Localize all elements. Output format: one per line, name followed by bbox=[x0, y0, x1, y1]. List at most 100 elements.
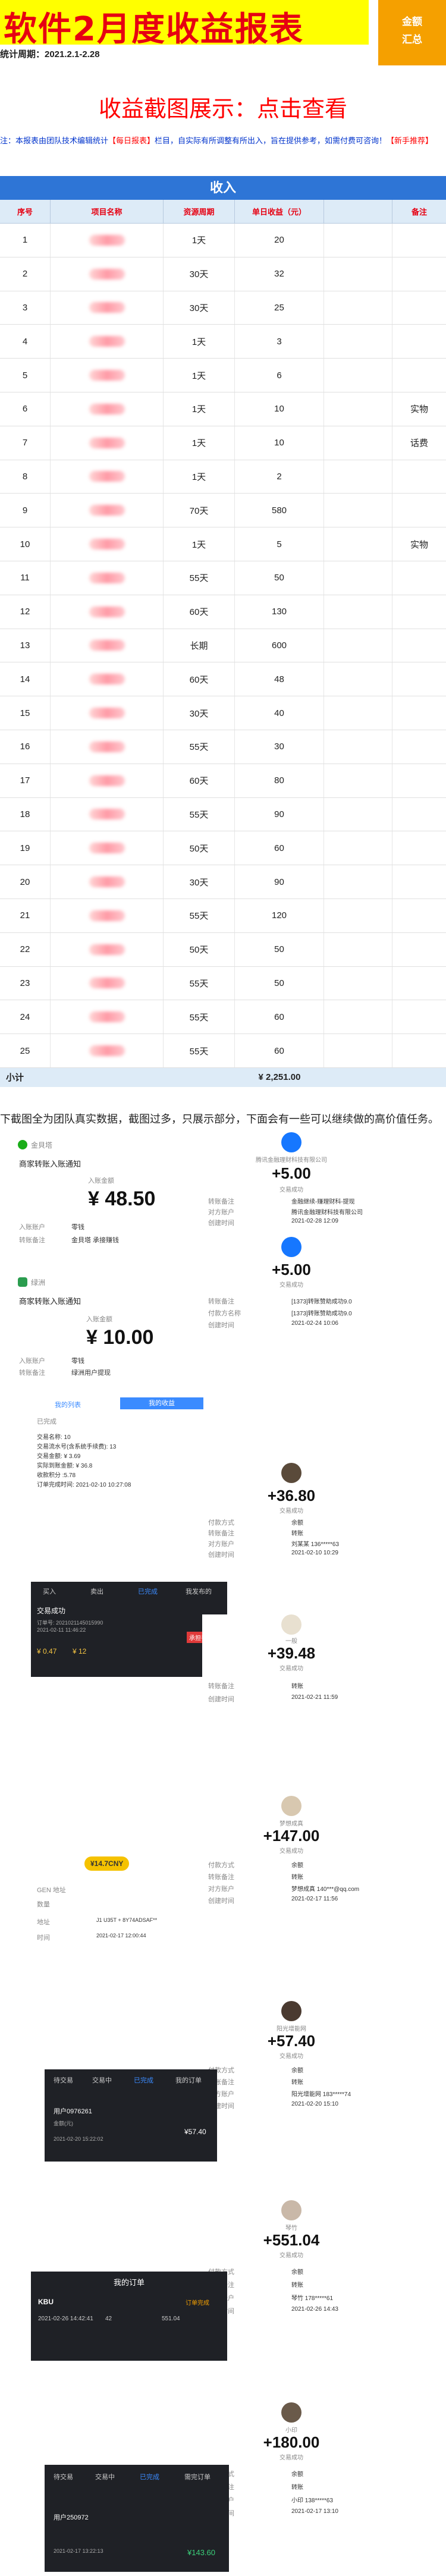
row-income: 90 bbox=[235, 865, 324, 899]
amount-summary-badge[interactable]: 金额 汇总 bbox=[378, 0, 446, 65]
row-income: 600 bbox=[235, 629, 324, 662]
redacted-blur bbox=[89, 403, 125, 414]
row-blank bbox=[324, 561, 392, 595]
field-value: 2021-02-26 14:43 bbox=[291, 2306, 338, 2313]
row-cycle: 55天 bbox=[164, 561, 235, 595]
field-value: [1373]转账赞助成功9.0 bbox=[291, 1299, 352, 1305]
screenshot-alipay-record-8: 小印 +180.00 交易成功 付款方式 余额 转账备注 转账 对方账户 小印 … bbox=[202, 2402, 381, 2521]
row-no: 22 bbox=[0, 932, 51, 966]
field-label: 创建时间 bbox=[208, 1322, 234, 1329]
field-label: 转账备注 bbox=[208, 1874, 234, 1881]
row-blank bbox=[324, 426, 392, 460]
row-cycle: 30天 bbox=[164, 696, 235, 730]
row-project-name-redacted bbox=[51, 561, 164, 595]
row-cycle: 1天 bbox=[164, 527, 235, 561]
row-note bbox=[392, 325, 446, 358]
screenshot-wechat-transfer-2: 绿洲 商家转账入账通知 入账金额 ¥ 10.00 入账账户 零钱 转账备注 绿洲… bbox=[12, 1261, 190, 1380]
field-value: [1373]转账赞助成功9.0 bbox=[291, 1311, 352, 1317]
row-income: 60 bbox=[235, 831, 324, 865]
tab-orders[interactable]: 需完订单 bbox=[184, 2472, 211, 2481]
col-header-note: 备注 bbox=[411, 208, 427, 216]
trade-user: 用户250972 bbox=[54, 2514, 89, 2521]
table-row: 20 30天 90 bbox=[0, 865, 446, 899]
field-label: 入账账户 bbox=[19, 1358, 45, 1365]
status-text: 交易成功 bbox=[279, 1848, 303, 1855]
trade-value: ¥143.60 bbox=[187, 2548, 215, 2557]
row-cycle: 1天 bbox=[164, 426, 235, 460]
col-header-project: 项目名称 bbox=[51, 200, 164, 223]
row-note: 实物 bbox=[410, 404, 428, 415]
screenshot-alipay-record-6: 阳光增能网 +57.40 交易成功 付款方式 余额 转账备注 转账 对方账户 阳… bbox=[202, 2001, 381, 2111]
field-label: 创建时间 bbox=[208, 1898, 234, 1905]
field-label: 对方账户 bbox=[208, 1209, 234, 1216]
row-note bbox=[392, 629, 446, 662]
redacted-blur bbox=[89, 1011, 125, 1023]
tab-my-orders[interactable]: 我的订单 bbox=[175, 2075, 202, 2085]
row-blank bbox=[324, 1000, 392, 1034]
notice-daily-report-link[interactable]: 【每日报表】 bbox=[108, 136, 155, 145]
row-income: 40 bbox=[235, 696, 324, 730]
row-project-name-redacted bbox=[51, 932, 164, 966]
row-no: 8 bbox=[0, 460, 51, 494]
field-value: 2021-02-21 11:59 bbox=[291, 1694, 338, 1701]
row-note bbox=[392, 933, 446, 966]
payer-avatar-icon bbox=[281, 2200, 301, 2220]
order-line: 收款积分 :5.78 bbox=[37, 1472, 76, 1479]
tab-completed[interactable]: 已完成 bbox=[138, 1587, 158, 1596]
row-blank bbox=[324, 932, 392, 966]
amount-value: +36.80 bbox=[267, 1487, 316, 1504]
row-cycle: 1天 bbox=[164, 359, 235, 392]
tab-in-progress[interactable]: 交易中 bbox=[95, 2472, 115, 2481]
row-blank bbox=[324, 494, 392, 527]
field-label: 付款方式 bbox=[208, 1519, 234, 1526]
redacted-blur bbox=[89, 437, 125, 448]
row-cycle: 70天 bbox=[164, 494, 235, 527]
report-header: 软件2月度收益报表 金额 汇总 统计周期：2021.2.1-2.28 bbox=[0, 0, 446, 65]
screenshot-link[interactable]: 收益截图展示：点击查看 bbox=[0, 90, 446, 123]
tab-sell[interactable]: 卖出 bbox=[90, 1587, 103, 1596]
row-no: 10 bbox=[0, 527, 51, 561]
row-cycle: 50天 bbox=[164, 831, 235, 865]
table-row: 7 1天 10 话费 bbox=[0, 426, 446, 460]
row-no: 2 bbox=[0, 257, 51, 291]
row-note bbox=[392, 764, 446, 797]
redacted-blur bbox=[89, 978, 125, 989]
row-note: 实物 bbox=[410, 539, 428, 550]
field-label: 地址 bbox=[37, 1919, 50, 1926]
brand-logo-icon bbox=[18, 1277, 27, 1287]
tab-completed[interactable]: 已完成 bbox=[140, 2472, 159, 2481]
row-income: 60 bbox=[235, 1034, 324, 1067]
tab-pending[interactable]: 待交易 bbox=[54, 2075, 73, 2085]
table-row: 22 50天 50 bbox=[0, 932, 446, 967]
tab-pending[interactable]: 待交易 bbox=[54, 2472, 73, 2481]
field-label: 数量 bbox=[37, 1901, 50, 1908]
payer-avatar-icon bbox=[281, 1132, 301, 1152]
tab-my-posted[interactable]: 我发布的 bbox=[186, 1587, 212, 1596]
redacted-blur bbox=[89, 302, 125, 313]
tab-buy[interactable]: 买入 bbox=[43, 1587, 56, 1596]
tab-my-earnings[interactable]: 我的收益 bbox=[120, 1397, 203, 1409]
row-note bbox=[392, 696, 446, 730]
row-blank bbox=[324, 899, 392, 932]
row-blank bbox=[324, 797, 392, 831]
row-cycle: 60天 bbox=[164, 764, 235, 797]
field-label: 对方账户 bbox=[208, 1541, 234, 1548]
row-no: 5 bbox=[0, 359, 51, 392]
redacted-blur bbox=[89, 572, 125, 583]
field-value: 2021-02-17 11:56 bbox=[291, 1896, 338, 1902]
row-no: 19 bbox=[0, 831, 51, 865]
row-cycle: 50天 bbox=[164, 932, 235, 966]
screenshot-trade-app-4: 待交易 交易中 已完成 需完订单 用户250972 2021-02-17 13:… bbox=[45, 2465, 229, 2572]
tab-completed[interactable]: 已完成 bbox=[134, 2075, 153, 2085]
tab-my-list[interactable]: 我的列表 bbox=[55, 1400, 81, 1409]
trade-user: 用户0976261 bbox=[54, 2108, 92, 2115]
field-label: 转账备注 bbox=[208, 1298, 234, 1305]
tab-in-progress[interactable]: 交易中 bbox=[92, 2075, 112, 2085]
row-income: 130 bbox=[235, 595, 324, 629]
status-text: 交易成功 bbox=[279, 1282, 303, 1289]
redacted-blur bbox=[89, 505, 125, 516]
notice-newbie-link[interactable]: 【新手推荐】 bbox=[387, 136, 433, 145]
redacted-blur bbox=[89, 539, 125, 550]
payer-name: 梦想成真 bbox=[279, 1821, 303, 1827]
trade-line: 2021-02-17 13:22:13 bbox=[54, 2548, 103, 2554]
